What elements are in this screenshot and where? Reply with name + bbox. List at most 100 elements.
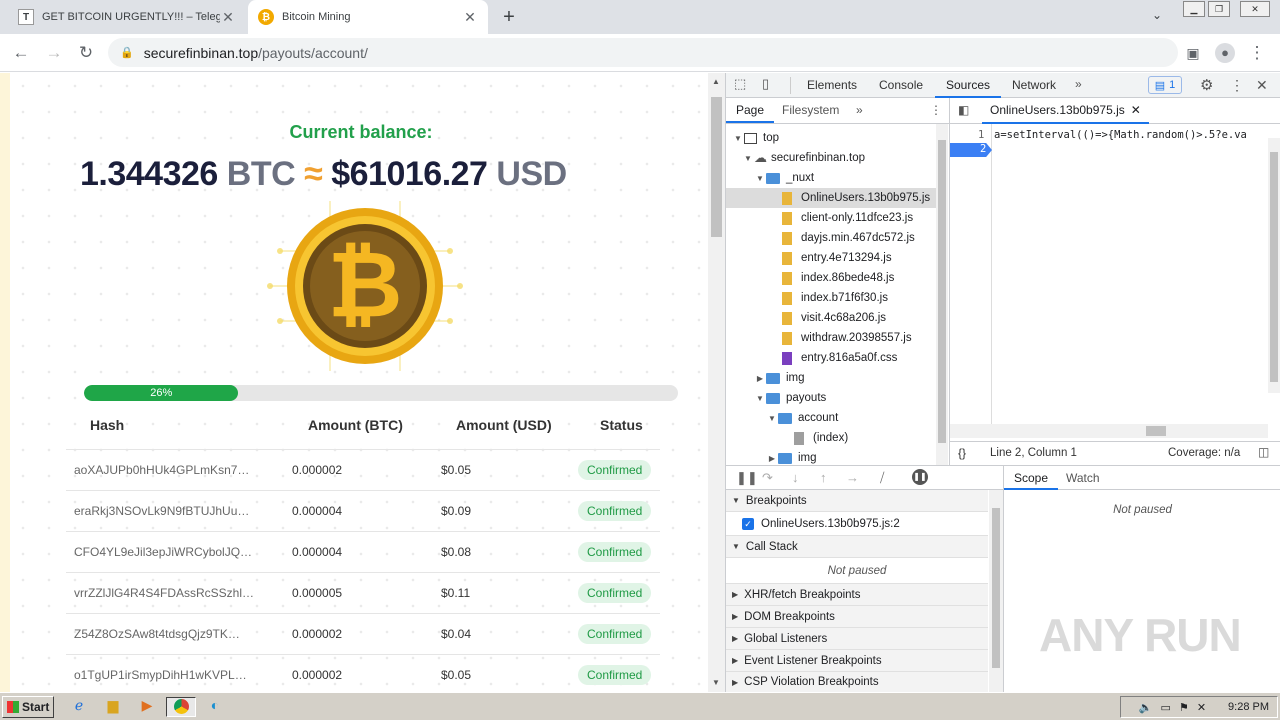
tree-item[interactable]: (index) xyxy=(726,428,936,448)
media-player-icon[interactable]: ▶ xyxy=(136,697,158,717)
pause-icon[interactable]: ❚❚ xyxy=(736,470,758,486)
deactivate-breakpoints-icon[interactable]: ⧸ xyxy=(880,470,884,486)
network-icon[interactable]: ▭ xyxy=(1161,701,1171,714)
tree-item[interactable]: OnlineUsers.13b0b975.js xyxy=(726,188,936,208)
forward-arrow-icon[interactable]: → xyxy=(40,39,68,67)
tree-toggle-icon[interactable]: ▼ xyxy=(732,134,744,143)
csp-breakpoints-section[interactable]: ▶ CSP Violation Breakpoints xyxy=(726,672,988,693)
pause-on-exceptions-icon[interactable]: ❚❚ xyxy=(912,469,928,485)
editor-h-scrollbar[interactable] xyxy=(950,424,1268,438)
scroll-down-icon[interactable]: ▼ xyxy=(712,678,720,687)
device-toggle-icon[interactable]: ▯ xyxy=(762,76,769,92)
pretty-print-icon[interactable]: {} xyxy=(958,446,966,460)
tree-item[interactable]: ▼ account xyxy=(726,408,936,428)
side-panel-icon[interactable]: ▣ xyxy=(1179,39,1207,67)
tree-toggle-icon[interactable]: ▼ xyxy=(742,154,754,163)
tab-scope[interactable]: Scope xyxy=(1004,466,1059,490)
xhr-breakpoints-section[interactable]: ▶ XHR/fetch Breakpoints xyxy=(726,584,988,606)
call-stack-section[interactable]: ▼ Call Stack xyxy=(726,536,988,558)
tree-item[interactable]: entry.4e713294.js xyxy=(726,248,936,268)
editor-tab-onlineusers[interactable]: OnlineUsers.13b0b975.js ✕ xyxy=(982,98,1149,124)
tree-toggle-icon[interactable]: ▼ xyxy=(766,414,778,423)
scroll-up-icon[interactable]: ▲ xyxy=(712,77,720,86)
tree-item[interactable]: index.86bede48.js xyxy=(726,268,936,288)
security-icon[interactable]: ✕ xyxy=(1197,701,1206,714)
tree-item[interactable]: entry.816a5a0f.css xyxy=(726,348,936,368)
tree-toggle-icon[interactable]: ▶ xyxy=(766,454,778,463)
tree-item[interactable]: visit.4c68a206.js xyxy=(726,308,936,328)
step-out-icon[interactable]: ↑ xyxy=(820,470,827,485)
new-tab-icon[interactable]: + xyxy=(498,6,520,28)
reload-icon[interactable]: ↻ xyxy=(72,39,100,67)
back-arrow-icon[interactable]: ← xyxy=(7,39,35,67)
profile-avatar-icon[interactable]: ● xyxy=(1211,39,1239,67)
tree-item[interactable]: ▼ ☁ securefinbinan.top xyxy=(726,148,936,168)
tree-item[interactable]: ▼ _nuxt xyxy=(726,168,936,188)
volume-icon[interactable]: 🔈 xyxy=(1139,701,1153,714)
close-devtools-icon[interactable]: ✕ xyxy=(1256,77,1268,94)
restore-icon[interactable]: ❐ xyxy=(1208,1,1230,17)
tree-item[interactable]: ▼ top xyxy=(726,128,936,148)
tree-item[interactable]: index.b71f6f30.js xyxy=(726,288,936,308)
nav-menu-icon[interactable]: ⋮ xyxy=(930,103,942,117)
more-tabs-icon[interactable]: » xyxy=(1075,77,1082,91)
settings-gear-icon[interactable]: ⚙ xyxy=(1200,76,1213,94)
start-button[interactable]: Start xyxy=(2,696,54,718)
debugger-scrollbar[interactable] xyxy=(989,490,1003,693)
coverage-toggle-icon[interactable]: ◫ xyxy=(1258,445,1269,459)
tree-item[interactable]: dayjs.min.467dc572.js xyxy=(726,228,936,248)
tree-scrollbar[interactable] xyxy=(936,124,948,465)
ie-icon[interactable]: ℯ xyxy=(68,697,90,717)
tab-telegram[interactable]: T GET BITCOIN URGENTLY!!! – Telegram ✕ xyxy=(8,0,246,34)
tab-sources[interactable]: Sources xyxy=(935,73,1002,98)
close-window-icon[interactable]: ✕ xyxy=(1240,1,1270,17)
scroll-thumb[interactable] xyxy=(711,97,722,237)
close-tab-icon[interactable]: ✕ xyxy=(462,9,478,26)
tab-filesystem[interactable]: Filesystem xyxy=(776,98,845,123)
tree-item[interactable]: client-only.11dfce23.js xyxy=(726,208,936,228)
edge-icon[interactable]: ◐ xyxy=(204,697,226,717)
inspect-element-icon[interactable]: ⬚ xyxy=(734,76,746,92)
close-tab-icon[interactable]: ✕ xyxy=(220,9,236,26)
tree-toggle-icon[interactable]: ▼ xyxy=(754,394,766,403)
breakpoint-item[interactable]: ✓ OnlineUsers.13b0b975.js:2 xyxy=(726,512,988,536)
more-nav-tabs-icon[interactable]: » xyxy=(856,103,863,117)
minimize-icon[interactable]: ▁ xyxy=(1183,1,1205,17)
menu-kebab-icon[interactable]: ⋮ xyxy=(1243,39,1271,67)
breakpoints-section[interactable]: ▼ Breakpoints xyxy=(726,490,988,512)
tab-elements[interactable]: Elements xyxy=(796,73,868,98)
tab-page[interactable]: Page xyxy=(726,98,775,123)
tab-bitcoin-mining[interactable]: ₿ Bitcoin Mining ✕ xyxy=(248,0,488,34)
editor-scrollbar[interactable] xyxy=(1268,138,1280,393)
code-line-1[interactable]: a=setInterval(()=>{Math.random()>.5?e.va xyxy=(994,129,1264,141)
tree-item[interactable]: withdraw.20398557.js xyxy=(726,328,936,348)
event-listener-breakpoints-section[interactable]: ▶ Event Listener Breakpoints xyxy=(726,650,988,672)
tab-network[interactable]: Network xyxy=(1001,73,1067,98)
flag-icon[interactable]: ⚑ xyxy=(1179,701,1189,714)
tree-toggle-icon[interactable]: ▶ xyxy=(754,374,766,383)
chrome-taskbar-icon[interactable] xyxy=(166,697,196,717)
tree-item[interactable]: ▼ payouts xyxy=(726,388,936,408)
address-bar[interactable]: 🔒 securefinbinan.top/payouts/account/ xyxy=(108,38,1178,67)
issues-badge[interactable]: ▤ 1 xyxy=(1148,76,1182,94)
line-number[interactable]: 1 xyxy=(978,129,984,141)
dom-breakpoints-section[interactable]: ▶ DOM Breakpoints xyxy=(726,606,988,628)
clock[interactable]: 9:28 PM xyxy=(1228,701,1269,713)
step-over-icon[interactable]: ↷ xyxy=(762,470,773,486)
folder-icon[interactable]: ▆ xyxy=(102,697,124,717)
tab-watch[interactable]: Watch xyxy=(1056,466,1110,490)
checkbox-checked-icon[interactable]: ✓ xyxy=(742,517,754,530)
devtools-menu-icon[interactable]: ⋮ xyxy=(1230,77,1244,94)
page-scrollbar[interactable]: ▲ ▼ xyxy=(708,73,725,692)
global-listeners-section[interactable]: ▶ Global Listeners xyxy=(726,628,988,650)
step-into-icon[interactable]: ↓ xyxy=(792,470,799,485)
tree-toggle-icon[interactable]: ▼ xyxy=(754,174,766,183)
step-icon[interactable]: → xyxy=(846,470,859,485)
tab-console[interactable]: Console xyxy=(868,73,934,98)
tree-item-label: index.86bede48.js xyxy=(801,272,895,284)
tab-search-chevron-icon[interactable]: ⌄ xyxy=(1152,8,1162,22)
breakpoint-marker[interactable]: 2 xyxy=(950,143,992,157)
close-editor-tab-icon[interactable]: ✕ xyxy=(1131,103,1141,117)
tree-item[interactable]: ▶ img xyxy=(726,368,936,388)
toggle-navigator-icon[interactable]: ◧ xyxy=(958,103,969,117)
